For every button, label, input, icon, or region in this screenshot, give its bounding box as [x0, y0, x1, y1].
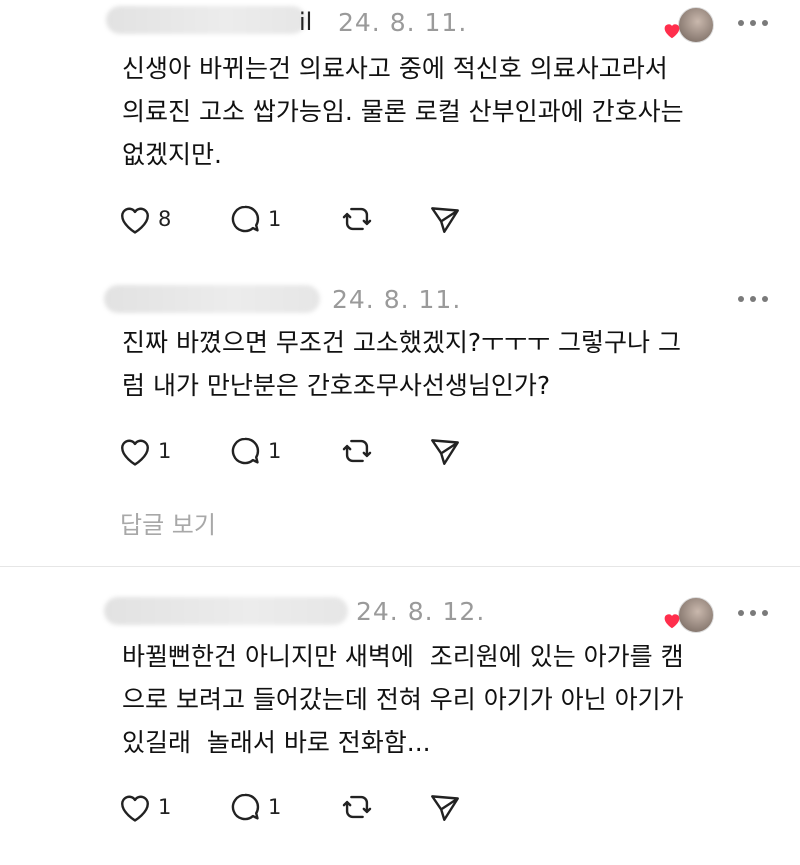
speech-bubble-icon: [231, 793, 260, 821]
send-icon: [431, 439, 459, 465]
repost-icon: [342, 439, 372, 463]
thread-divider: [0, 566, 800, 567]
author-avatar: [678, 597, 714, 633]
reply-button[interactable]: 1: [228, 431, 281, 471]
repost-button[interactable]: [340, 787, 374, 827]
reply-count: 1: [268, 439, 282, 463]
view-replies-link[interactable]: 답글 보기: [120, 505, 216, 540]
repost-icon: [342, 795, 372, 819]
action-bar: 8 1: [118, 199, 478, 239]
action-bar: 1 1: [118, 431, 478, 471]
post-date: 24. 8. 12.: [356, 597, 486, 626]
post-text: 바뀔뻔한건 아니지만 새벽에 조리원에 있는 아가를 캠 으로 보려고 들어갔는…: [122, 642, 684, 757]
more-dots-icon[interactable]: [738, 607, 768, 619]
like-button[interactable]: 8: [118, 199, 171, 239]
post-date: 24. 8. 11.: [338, 8, 468, 37]
like-count: 1: [158, 439, 172, 463]
post-text: 진짜 바꼈으면 무조건 고소했겠지?ㅜㅜㅜ 그렇구나 그 럼 내가 만난분은 간…: [122, 328, 682, 400]
heart-outline-icon: [121, 207, 149, 234]
post-text: 신생아 바뀌는건 의료사고 중에 적신호 의료사고라서 의료진 고소 쌉가능임.…: [122, 54, 684, 169]
red-heart-icon: [664, 614, 680, 629]
reply-count: 1: [268, 207, 282, 231]
reply-button[interactable]: 1: [228, 199, 281, 239]
repost-icon: [342, 207, 372, 231]
repost-button[interactable]: [340, 199, 374, 239]
share-button[interactable]: [428, 199, 462, 239]
speech-bubble-icon: [231, 205, 260, 233]
like-count: 1: [158, 795, 172, 819]
more-dots-icon[interactable]: [738, 293, 768, 305]
like-button[interactable]: 1: [118, 431, 171, 471]
reply-button[interactable]: 1: [228, 787, 281, 827]
author-liked-badge: [662, 597, 714, 633]
more-dots-icon[interactable]: [738, 17, 768, 29]
share-button[interactable]: [428, 787, 462, 827]
red-heart-icon: [664, 24, 680, 39]
action-bar: 1 1: [118, 787, 478, 827]
repost-button[interactable]: [340, 431, 374, 471]
share-button[interactable]: [428, 431, 462, 471]
send-icon: [431, 207, 459, 233]
author-name-redacted[interactable]: [104, 285, 320, 313]
like-button[interactable]: 1: [118, 787, 171, 827]
author-name-redacted[interactable]: [106, 6, 306, 34]
heart-outline-icon: [121, 795, 149, 822]
like-count: 8: [158, 207, 172, 231]
reply-count: 1: [268, 795, 282, 819]
post-date: 24. 8. 11.: [332, 285, 462, 314]
author-name-redacted[interactable]: [104, 597, 348, 625]
author-name-tail[interactable]: il: [299, 8, 312, 36]
send-icon: [431, 795, 459, 821]
speech-bubble-icon: [231, 437, 260, 465]
author-liked-badge: [662, 7, 714, 43]
heart-outline-icon: [121, 439, 149, 466]
author-avatar: [678, 7, 714, 43]
